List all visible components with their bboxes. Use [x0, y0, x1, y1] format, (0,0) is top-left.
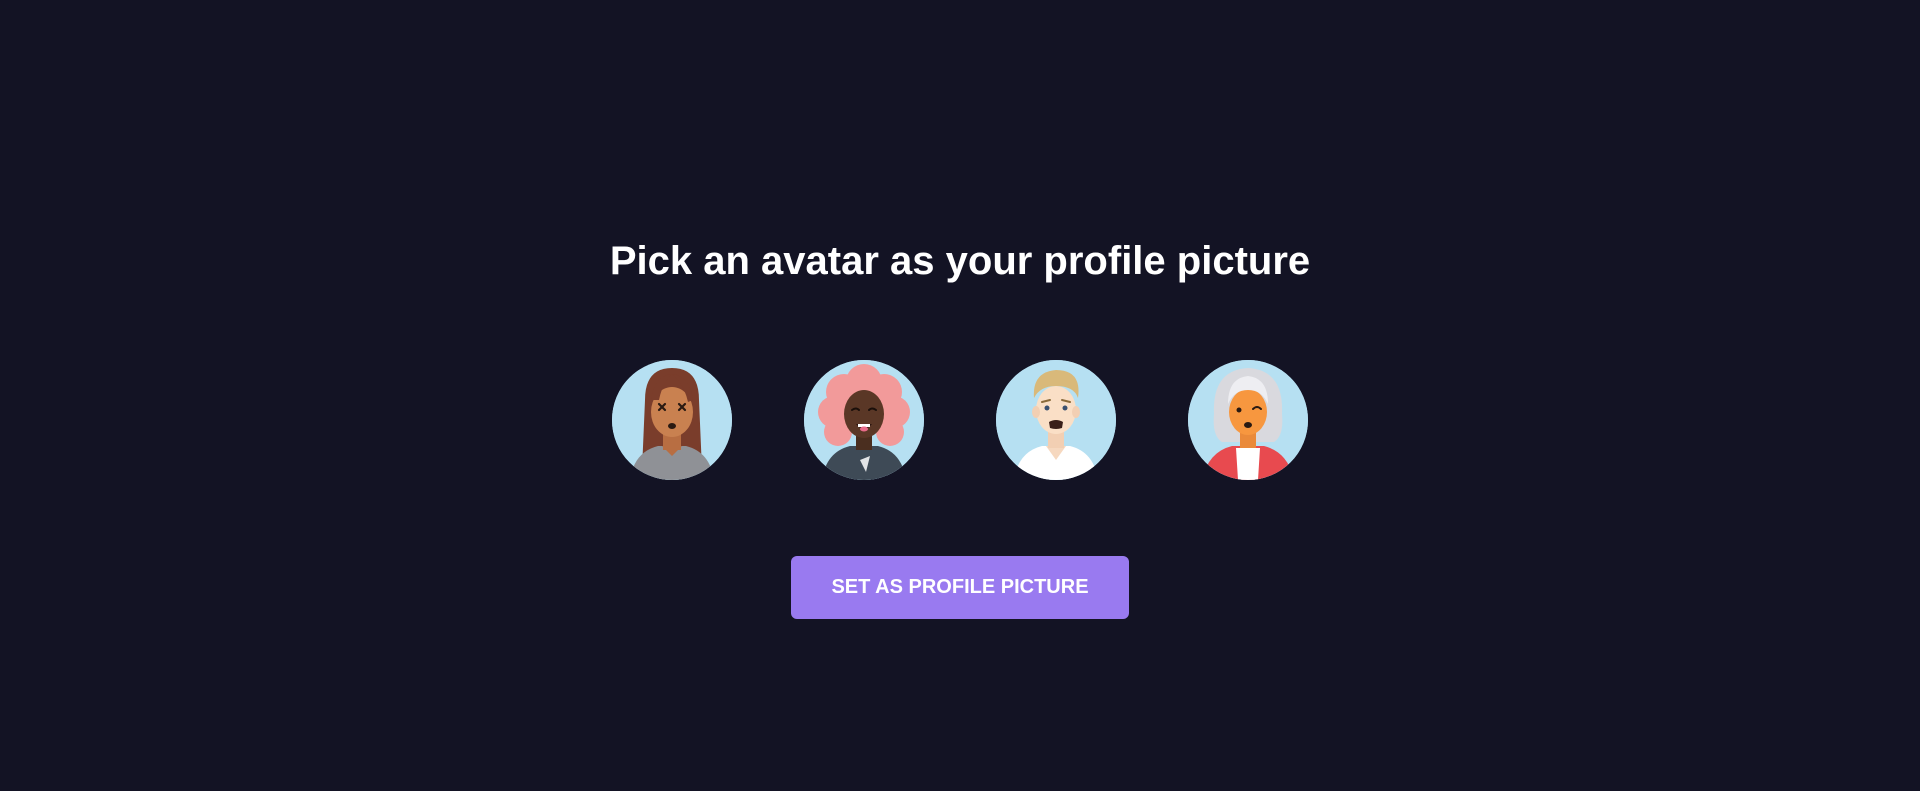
set-profile-picture-button[interactable]: SET AS PROFILE PICTURE: [791, 556, 1129, 619]
avatar-option-1[interactable]: [612, 360, 732, 480]
avatar-option-3[interactable]: [996, 360, 1116, 480]
avatar-woman-brown-hair-icon: [612, 360, 732, 480]
page-title: Pick an avatar as your profile picture: [609, 239, 1311, 283]
page-container: Pick an avatar as your profile picture S…: [0, 0, 1920, 791]
avatar-man-blonde-hair-icon: [996, 360, 1116, 480]
avatar-list: [612, 360, 1308, 480]
avatar-woman-gray-hair-icon: [1188, 360, 1308, 480]
avatar-option-4[interactable]: [1188, 360, 1308, 480]
avatar-option-2[interactable]: [804, 360, 924, 480]
avatar-woman-pink-hair-icon: [804, 360, 924, 480]
